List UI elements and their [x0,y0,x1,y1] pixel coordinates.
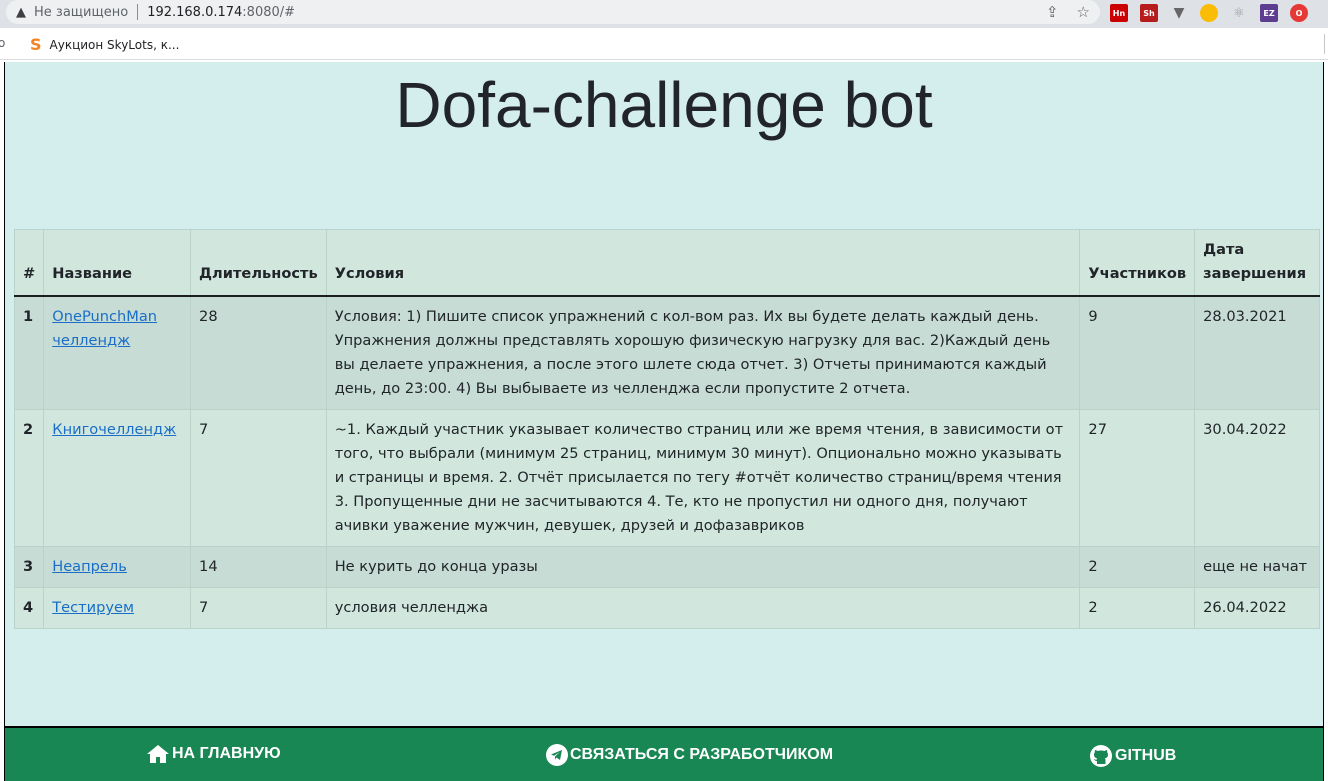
contact-developer-button[interactable]: Связаться с разработчиком [546,744,833,766]
row-number: 2 [13,409,45,547]
row-duration: 7 [190,587,327,629]
share-icon[interactable]: ⇪ [1046,3,1059,21]
home-label: На главную [172,745,281,762]
opera-extension-icon[interactable]: O [1290,4,1308,22]
table-header-row: # Название Длительность Условия Участник… [13,229,1320,297]
browser-address-bar: ▲ Не защищено 192.168.0.174 :8080/# ⇪ ☆ … [0,0,1328,28]
challenge-link[interactable]: Неапрель [52,558,127,575]
challenge-link[interactable]: Книгочеллендж [52,421,176,438]
bookmarks-divider [1324,34,1325,54]
short-extension-icon[interactable]: Sh [1140,4,1158,22]
row-end-date: 30.04.2022 [1194,409,1320,547]
page-title: Dofa-challenge bot [395,69,933,141]
row-number: 3 [13,546,45,588]
table-row: 2 Книгочеллендж 7 ~1. Каждый участник ук… [13,409,1320,547]
url-path[interactable]: :8080/# [242,5,295,20]
footer-nav: На главную Связаться с разработчиком Git… [4,726,1324,781]
skylots-favicon-icon: S [30,35,42,54]
url-host[interactable]: 192.168.0.174 [147,5,242,20]
row-end-date: 26.04.2022 [1194,587,1320,629]
security-status[interactable]: Не защищено [34,5,128,20]
contact-label: Связаться с разработчиком [570,746,834,763]
home-icon [147,745,169,763]
row-name-cell: OnePunchMan челлендж [43,295,192,410]
bookmark-item[interactable]: S Аукцион SkyLots, к... [30,35,179,54]
header-duration: Длительность [190,229,327,297]
row-participants: 2 [1079,587,1196,629]
challenges-table: # Название Длительность Условия Участник… [13,229,1320,629]
row-conditions: ~1. Каждый участник указывает количество… [325,409,1081,547]
vue-extension-icon[interactable]: ▼ [1170,4,1188,22]
extensions-bar: Hn Sh ▼ ⚛ EZ O [1110,4,1308,22]
page-content: Dofa-challenge bot # Название Длительнос… [4,62,1324,726]
telegram-icon [546,744,568,766]
row-duration: 7 [190,409,327,547]
table-row: 1 OnePunchMan челлендж 28 Условия: 1) Пи… [13,295,1320,410]
react-extension-icon[interactable]: ⚛ [1230,4,1248,22]
bookmark-label: Аукцион SkyLots, к... [49,37,180,52]
url-divider [137,4,139,20]
challenge-link[interactable]: OnePunchMan челлендж [52,308,157,349]
row-number: 4 [13,587,45,629]
header-name: Название [43,229,192,297]
row-conditions: условия челленджа [325,587,1081,629]
header-end-date: Дата завершения [1194,229,1320,297]
table-row: 4 Тестируем 7 условия челленджа 2 26.04.… [13,587,1320,629]
row-conditions: Условия: 1) Пишите список упражнений с к… [325,295,1081,410]
row-duration: 14 [190,546,327,588]
warning-icon[interactable]: ▲ [16,5,26,20]
row-end-date: еще не начат [1194,546,1320,588]
row-participants: 2 [1079,546,1196,588]
table-row: 3 Неапрель 14 Не курить до конца уразы 2… [13,546,1320,588]
header-participants: Участников [1079,229,1196,297]
hn-extension-icon[interactable]: Hn [1110,4,1128,22]
row-number: 1 [13,295,45,410]
github-button[interactable]: GitHub [1089,744,1176,768]
github-label: GitHub [1115,747,1177,764]
row-name-cell: Неапрель [43,546,192,588]
ez-extension-icon[interactable]: EZ [1260,4,1278,22]
github-icon [1090,745,1112,767]
home-button[interactable]: На главную [146,744,281,764]
row-participants: 27 [1079,409,1196,547]
row-name-cell: Тестируем [43,587,192,629]
bookmarks-bar: o S Аукцион SkyLots, к... [0,28,1328,60]
row-name-cell: Книгочеллендж [43,409,192,547]
chrome-extension-icon[interactable] [1200,4,1218,22]
challenge-link[interactable]: Тестируем [52,599,134,616]
row-conditions: Не курить до конца уразы [325,546,1081,588]
bookmark-overflow-icon[interactable]: o [0,36,5,50]
header-number: # [13,229,45,297]
row-end-date: 28.03.2021 [1194,295,1320,410]
bookmark-star-icon[interactable]: ☆ [1077,3,1090,21]
url-bar[interactable]: ▲ Не защищено 192.168.0.174 :8080/# ⇪ ☆ [6,0,1100,24]
header-conditions: Условия [325,229,1081,297]
row-duration: 28 [190,295,327,410]
row-participants: 9 [1079,295,1196,410]
